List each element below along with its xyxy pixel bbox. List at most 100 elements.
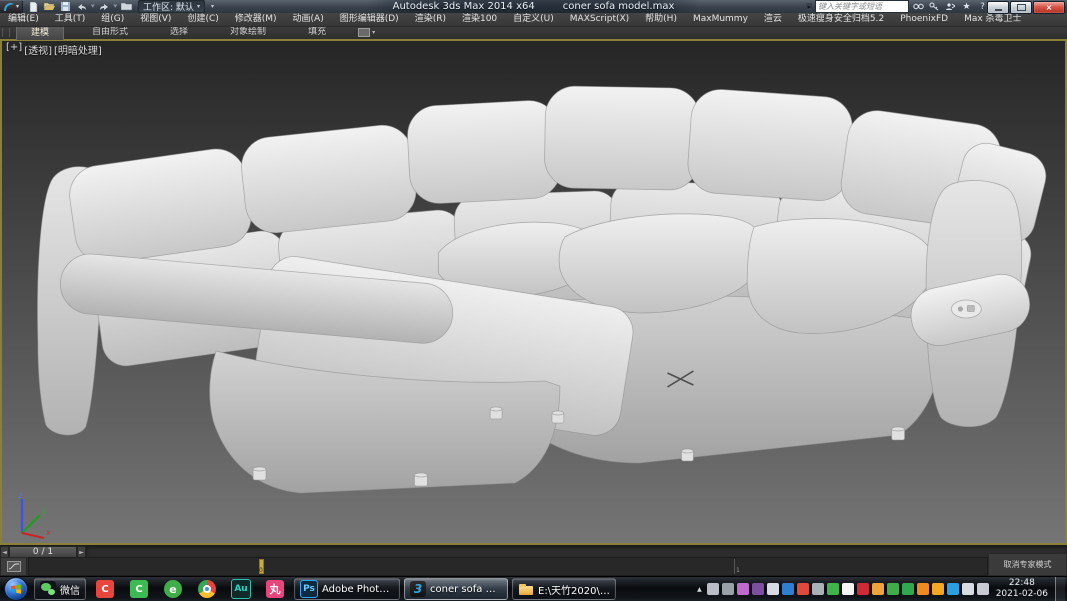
- viewport-general-menu[interactable]: [+]: [6, 42, 22, 57]
- flower-purple-tray-icon[interactable]: [737, 583, 749, 595]
- pinned-chrome[interactable]: [190, 577, 224, 601]
- menu-item-16[interactable]: PhoenixFD: [892, 13, 956, 26]
- close-button[interactable]: ×: [1033, 1, 1065, 14]
- red-app-tray-icon[interactable]: [857, 583, 869, 595]
- pinned-wan[interactable]: 丸: [258, 577, 292, 601]
- explorer-icon: [518, 581, 534, 597]
- menu-item-4[interactable]: 创建(C): [179, 13, 226, 26]
- ribbon-grip[interactable]: [2, 28, 10, 37]
- taskbar-button-wechat[interactable]: 微信: [34, 578, 86, 600]
- chrome-icon: [198, 580, 216, 598]
- infocenter: ▸ ★ ? ▾: [806, 1, 995, 12]
- windows-flag-icon: [10, 583, 22, 595]
- ribbon-tabs: 建模 自由形式 选择 对象绘制 填充: [16, 26, 354, 40]
- red-c-app-tray-icon[interactable]: [797, 583, 809, 595]
- audition-icon: Au: [231, 579, 251, 599]
- menu-item-2[interactable]: 组(G): [93, 13, 132, 26]
- mini-curve-editor-button[interactable]: [0, 557, 27, 576]
- menu-item-7[interactable]: 图形编辑器(D): [332, 13, 407, 26]
- network-tray-icon[interactable]: [977, 583, 989, 595]
- menu-item-14[interactable]: 渲云: [756, 13, 790, 26]
- 3dsmax-icon: 3: [410, 581, 426, 597]
- track-bar-key-frame-0[interactable]: 0: [259, 559, 264, 574]
- perspective-viewport[interactable]: [+] [透视] [明暗处理]: [0, 39, 1067, 545]
- ribbon-minimize-button[interactable]: ▾: [358, 28, 375, 37]
- viewport-shading-menu[interactable]: [明暗处理]: [54, 42, 102, 57]
- workspace-dropdown-icon: ▾: [197, 3, 200, 10]
- gray-tool-tray-icon[interactable]: [812, 583, 824, 595]
- menu-item-11[interactable]: MAXScript(X): [562, 13, 637, 26]
- restore-button[interactable]: [1010, 1, 1032, 14]
- subscription-key-icon[interactable]: [928, 1, 941, 12]
- blue-round-tray-icon[interactable]: [947, 583, 959, 595]
- sofa-model[interactable]: [2, 41, 1065, 543]
- redo-dropdown[interactable]: ▾: [114, 3, 118, 10]
- safely-remove-tray-icon[interactable]: [722, 583, 734, 595]
- undo-button[interactable]: [75, 1, 88, 12]
- menu-item-10[interactable]: 自定义(U): [505, 13, 562, 26]
- menu-item-5[interactable]: 修改器(M): [227, 13, 285, 26]
- green-shield-tray-icon[interactable]: [887, 583, 899, 595]
- menu-item-3[interactable]: 视图(V): [132, 13, 179, 26]
- taskbar-clock[interactable]: 22:48 2021-02-06: [996, 578, 1048, 600]
- open-file-button[interactable]: [43, 1, 56, 12]
- save-file-button[interactable]: [59, 1, 72, 12]
- menu-item-17[interactable]: Max 杀毒卫士: [956, 13, 1029, 26]
- ribbon-tab-3[interactable]: 对象绘制: [216, 26, 280, 39]
- orange-folder-tray-icon[interactable]: [872, 583, 884, 595]
- workspace-label: 工作区: 默认: [143, 0, 194, 13]
- track-bar[interactable]: 01: [28, 557, 988, 576]
- ribbon-tab-2[interactable]: 选择: [156, 26, 202, 39]
- new-file-button[interactable]: [27, 1, 40, 12]
- green-app-tray-icon[interactable]: [902, 583, 914, 595]
- project-folder-button[interactable]: [120, 1, 133, 12]
- blue-app-tray-icon[interactable]: [782, 583, 794, 595]
- infocenter-collapse-icon[interactable]: ▸: [806, 3, 812, 11]
- favorites-star-icon[interactable]: ★: [960, 1, 973, 12]
- search-icon[interactable]: [912, 1, 925, 12]
- menu-item-13[interactable]: MaxMummy: [685, 13, 756, 26]
- shield-360-tray-icon[interactable]: [932, 583, 944, 595]
- application-menu-button[interactable]: ▾: [0, 1, 23, 13]
- pinned-audition[interactable]: Au: [224, 577, 258, 601]
- show-desktop-button[interactable]: [1055, 577, 1065, 601]
- menu-item-8[interactable]: 渲染(R): [407, 13, 454, 26]
- taskbar-button-photoshop[interactable]: PsAdobe Photosh...: [294, 578, 400, 600]
- ribbon-tab-1[interactable]: 自由形式: [78, 26, 142, 39]
- pinned-camtasia-green[interactable]: C: [122, 577, 156, 601]
- menu-item-9[interactable]: 渲染100: [454, 13, 505, 26]
- green-pair-tray-icon[interactable]: [827, 583, 839, 595]
- menu-item-6[interactable]: 动画(A): [285, 13, 332, 26]
- qq-tray-icon[interactable]: [842, 583, 854, 595]
- taskbar-button-3dsmax[interactable]: 3coner sofa mod...: [404, 578, 508, 600]
- ribbon-tab-4[interactable]: 填充: [294, 26, 340, 39]
- ribbon-tab-0[interactable]: 建模: [16, 26, 64, 40]
- menu-item-12[interactable]: 帮助(H): [637, 13, 685, 26]
- track-bar-tick-frame-1[interactable]: 1: [734, 559, 735, 574]
- communication-center-icon[interactable]: [944, 1, 957, 12]
- show-hidden-icons-button[interactable]: ▲: [695, 586, 704, 593]
- clock-date: 2021-02-06: [996, 589, 1048, 600]
- printer-tray-icon[interactable]: [707, 583, 719, 595]
- viewport-pov-menu[interactable]: [透视]: [24, 42, 52, 57]
- menu-item-15[interactable]: 极速瘦身安全归档5.2: [790, 13, 892, 26]
- orange-app-tray-icon[interactable]: [917, 583, 929, 595]
- cancel-expert-mode-button[interactable]: 取消专家模式: [988, 553, 1067, 576]
- toolbar-options-dropdown[interactable]: ▾: [211, 3, 214, 10]
- menu-item-0[interactable]: 编辑(E): [0, 13, 47, 26]
- track-bar-row: 01: [0, 557, 1067, 576]
- purple-app-tray-icon[interactable]: [752, 583, 764, 595]
- redo-button[interactable]: [98, 1, 111, 12]
- pinned-browser-360[interactable]: e: [156, 577, 190, 601]
- taskbar-button-explorer[interactable]: E:\天竹2020\国...: [512, 578, 616, 600]
- menu-item-1[interactable]: 工具(T): [47, 13, 94, 26]
- usb-device-tray-icon[interactable]: [767, 583, 779, 595]
- pinned-camtasia-red[interactable]: C: [88, 577, 122, 601]
- workspace-selector[interactable]: 工作区: 默认 ▾: [138, 0, 205, 13]
- undo-dropdown[interactable]: ▾: [91, 3, 95, 10]
- start-button[interactable]: [4, 577, 28, 601]
- volume-tray-icon[interactable]: [962, 583, 974, 595]
- search-box: [815, 0, 909, 13]
- minimize-button[interactable]: [987, 1, 1009, 14]
- search-input[interactable]: [816, 2, 908, 11]
